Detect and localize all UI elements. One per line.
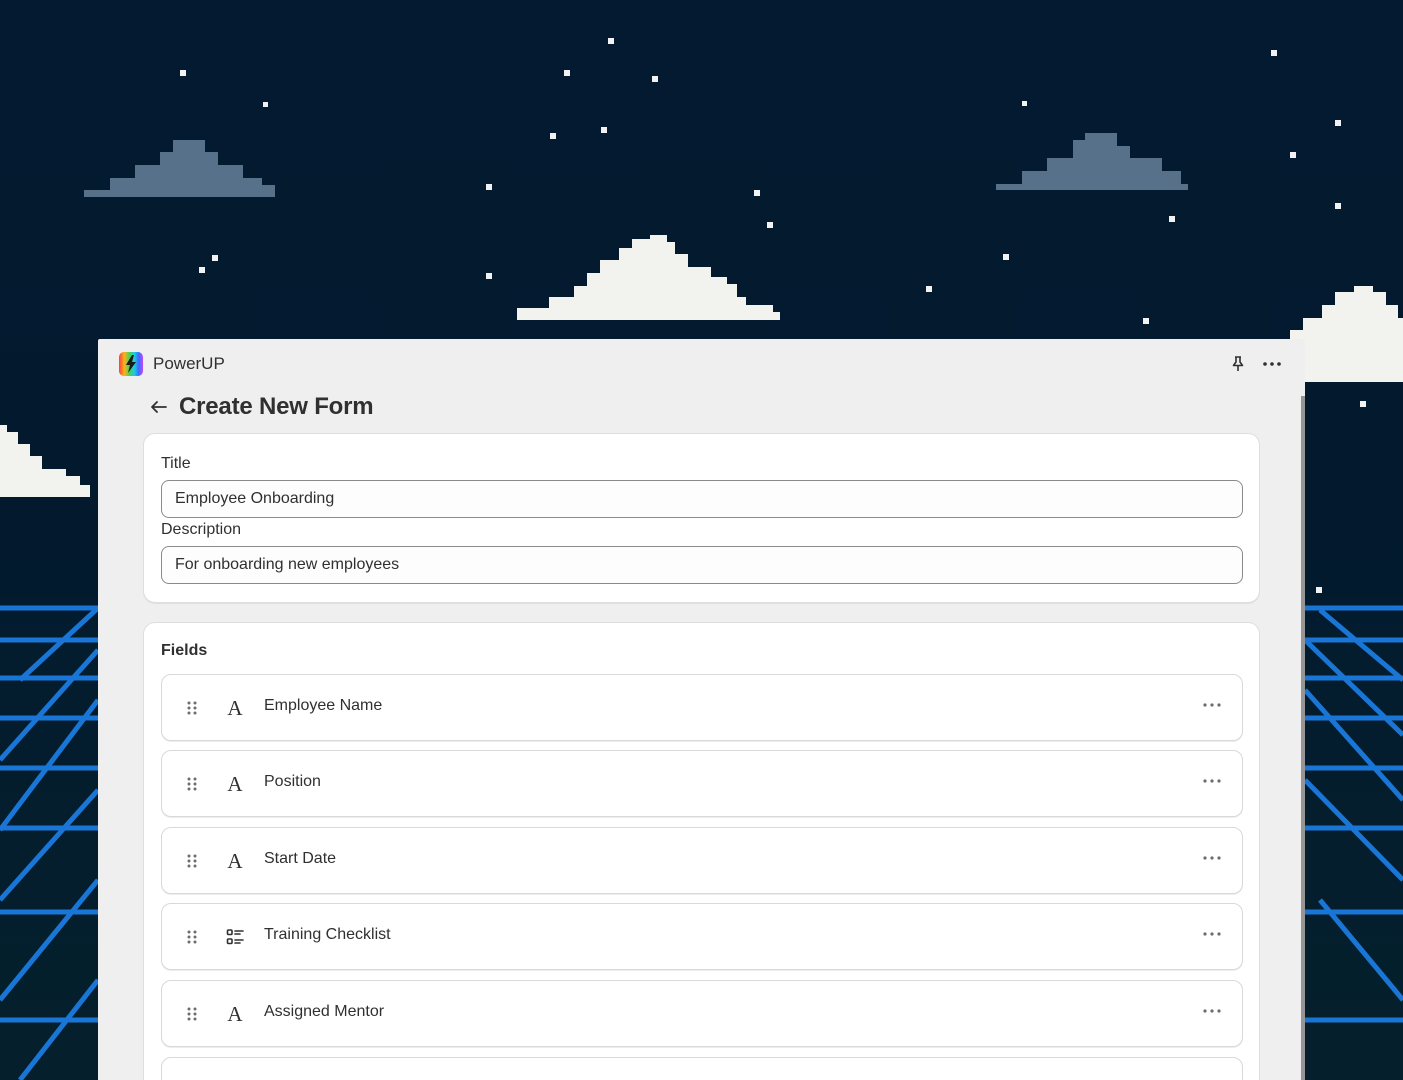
field-row-training-checklist[interactable]: Training Checklist [161,903,1243,970]
title-input[interactable]: Employee Onboarding [161,480,1243,518]
white-cloud-right [1290,286,1403,382]
field-name: Start Date [264,850,337,867]
more-horizontal-icon [1263,362,1281,366]
drag-handle-icon[interactable] [186,1006,198,1022]
desktop-background: PowerUP Create New Form Title Employee O… [0,0,1403,1080]
more-horizontal-icon [1203,932,1221,936]
page-title: Create New Form [179,393,374,420]
field-menu-button[interactable] [1200,769,1224,793]
white-cloud-center [517,235,780,320]
field-menu-button[interactable] [1200,693,1224,717]
white-cloud-left [0,425,90,497]
fields-heading: Fields [161,642,208,659]
dark-cloud-right [996,133,1188,190]
grid-left [0,605,100,1080]
text-type-icon: A [227,849,243,873]
title-bar: PowerUP [98,339,1305,389]
pin-button[interactable] [1225,351,1251,377]
field-name: Training Checklist [264,926,391,943]
field-menu-button[interactable] [1200,846,1224,870]
title-input-value: Employee Onboarding [175,490,335,507]
field-row-assigned-mentor[interactable]: A Assigned Mentor [161,980,1243,1047]
field-menu-button[interactable] [1200,922,1224,946]
field-row-partial[interactable] [161,1057,1243,1080]
app-window: PowerUP Create New Form Title Employee O… [98,339,1305,1080]
more-horizontal-icon [1203,856,1221,860]
back-button[interactable] [148,396,170,418]
form-info-card: Title Employee Onboarding Description Fo… [143,433,1260,603]
drag-handle-icon[interactable] [186,700,198,716]
field-row-start-date[interactable]: A Start Date [161,827,1243,894]
page-header: Create New Form [148,393,374,421]
more-horizontal-icon [1203,779,1221,783]
arrow-left-icon [151,401,167,413]
app-name: PowerUP [153,354,225,373]
field-row-position[interactable]: A Position [161,750,1243,817]
checklist-type-icon [224,926,246,948]
dark-cloud-left [84,140,275,197]
pin-icon [1232,356,1244,371]
drag-handle-icon[interactable] [186,853,198,869]
text-type-icon: A [227,1002,243,1026]
more-horizontal-icon [1203,703,1221,707]
drag-handle-icon[interactable] [186,929,198,945]
field-name: Employee Name [264,697,383,714]
field-row-employee-name[interactable]: A Employee Name [161,674,1243,741]
grid-right [1303,605,1403,1023]
fields-card: Fields A Employee Name A Position A Star… [143,622,1260,1080]
more-options-button[interactable] [1259,351,1285,377]
field-name: Assigned Mentor [264,1003,385,1020]
field-menu-button[interactable] [1200,999,1224,1023]
more-horizontal-icon [1203,1009,1221,1013]
scrollbar[interactable] [1301,396,1305,1080]
text-type-icon: A [227,696,243,720]
text-type-icon: A [227,772,243,796]
field-name: Position [264,773,321,790]
drag-handle-icon[interactable] [186,776,198,792]
title-label: Title [161,455,191,472]
description-label: Description [161,521,242,538]
description-input[interactable]: For onboarding new employees [161,546,1243,584]
lightning-bolt-icon [119,352,143,376]
description-input-value: For onboarding new employees [175,556,400,573]
